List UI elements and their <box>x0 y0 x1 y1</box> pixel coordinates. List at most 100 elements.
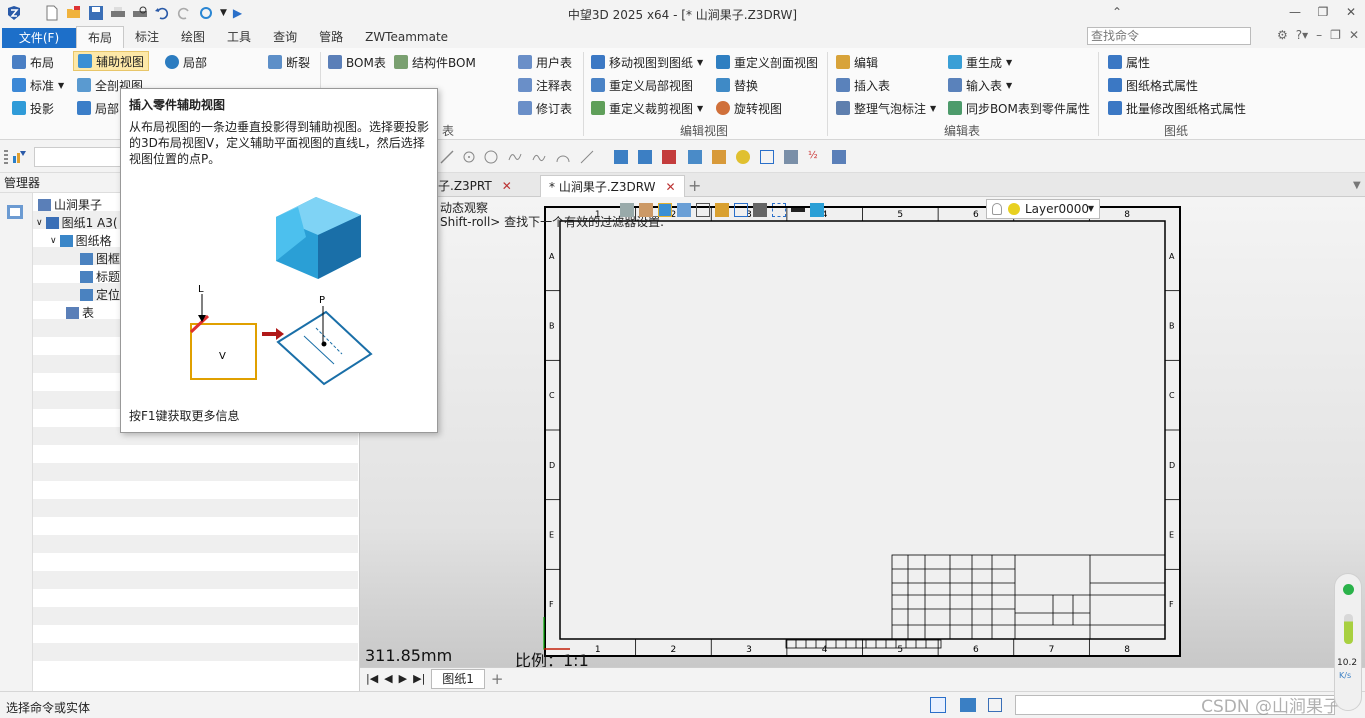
auxiliary-view-button[interactable]: 辅助视图 <box>73 51 150 71</box>
next-sheet-icon[interactable]: ▶ <box>399 672 407 685</box>
app-logo-icon[interactable] <box>6 5 22 21</box>
break-view-button[interactable]: 断裂 <box>268 52 310 72</box>
rotate-view-button[interactable]: 旋转视图 <box>716 98 782 118</box>
quick-access-dropdown-icon[interactable]: ▼ <box>220 8 227 18</box>
print-icon[interactable] <box>110 5 126 21</box>
close-tab-icon[interactable]: ✕ <box>502 175 512 197</box>
drawing-manager-icon[interactable] <box>5 201 27 223</box>
prev-sheet-icon[interactable]: ◀ <box>384 672 392 685</box>
view-tool-6-icon[interactable] <box>784 150 798 164</box>
help-icon[interactable]: ?▾ <box>1296 28 1308 42</box>
tree-item-root[interactable]: 山涧果子 <box>38 196 102 213</box>
collapse-icon[interactable]: ∨ <box>50 236 57 246</box>
replace-button[interactable]: 替换 <box>716 75 758 95</box>
tab-drawing-document[interactable]: * 山涧果子.Z3DRW ✕ <box>540 175 685 197</box>
light-bulb-icon[interactable] <box>736 150 750 164</box>
edit-button[interactable]: 编辑 <box>836 52 878 72</box>
annotation-table-button[interactable]: 注释表 <box>518 75 572 95</box>
properties-button[interactable]: 属性 <box>1108 52 1150 72</box>
view-tool-3-icon[interactable] <box>662 150 676 164</box>
layer-manager-icon[interactable] <box>753 203 767 217</box>
restore-button[interactable]: ❐ <box>1309 0 1337 24</box>
curve-tool-icon[interactable] <box>532 150 546 164</box>
filter-icon[interactable] <box>12 150 26 164</box>
hidden-lines-icon[interactable] <box>772 203 786 217</box>
doc-restore-icon[interactable]: ❐ <box>1330 28 1341 42</box>
doc-minimize-icon[interactable]: – <box>1316 28 1322 42</box>
import-table-button[interactable]: 输入表 ▼ <box>948 75 1012 95</box>
tab-draw[interactable]: 绘图 <box>170 26 216 48</box>
move-view-to-sheet-button[interactable]: 移动视图到图纸 ▼ <box>591 52 703 72</box>
spline-tool-icon[interactable] <box>508 150 522 164</box>
tree-item-table[interactable]: 表 <box>66 304 94 321</box>
first-sheet-icon[interactable]: |◀ <box>366 672 378 685</box>
settings-gear-icon[interactable]: ⚙ <box>1277 28 1288 42</box>
redo-icon[interactable] <box>176 5 192 21</box>
regenerate-button[interactable]: 重生成 ▼ <box>948 52 1012 72</box>
tree-item-sheet-format[interactable]: ∨ 图纸格 <box>50 232 112 249</box>
render-mode-icon[interactable] <box>658 203 672 217</box>
sheet-format-properties-button[interactable]: 图纸格式属性 <box>1108 75 1198 95</box>
tab-part-document[interactable]: 子.Z3PRT ✕ <box>430 175 520 197</box>
view-tool-5-icon[interactable] <box>712 150 726 164</box>
status-list-icon[interactable] <box>988 698 1002 712</box>
file-menu-button[interactable]: 文件(F) <box>2 28 76 48</box>
open-folder-icon[interactable] <box>66 5 82 21</box>
table-tool-icon[interactable] <box>832 150 846 164</box>
tab-zwteammate[interactable]: ZWTeammate <box>354 26 459 48</box>
sync-bom-button[interactable]: 同步BOM表到零件属性 <box>948 98 1090 118</box>
view-tool-4-icon[interactable] <box>688 150 702 164</box>
view-tool-1-icon[interactable] <box>614 150 628 164</box>
line-style-icon[interactable] <box>791 208 805 212</box>
detail-view-button[interactable]: 局部 <box>165 52 207 72</box>
view-tool-2-icon[interactable] <box>638 150 652 164</box>
tab-layout[interactable]: 布局 <box>76 26 125 48</box>
undo-icon[interactable] <box>154 5 170 21</box>
filter-combobox[interactable] <box>34 147 124 167</box>
layer-selector[interactable]: Layer0000 ▼ <box>986 199 1100 219</box>
tab-annotation[interactable]: 标注 <box>124 26 170 48</box>
new-tab-button[interactable]: + <box>680 175 709 197</box>
arc-tool-icon[interactable] <box>556 150 570 164</box>
doc-close-icon[interactable]: ✕ <box>1349 28 1359 42</box>
save-icon[interactable] <box>88 5 104 21</box>
line-tool-icon[interactable] <box>440 150 454 164</box>
view-style-icon[interactable] <box>677 203 691 217</box>
close-tab-icon[interactable]: ✕ <box>665 176 675 198</box>
status-mode-icon[interactable] <box>930 697 946 713</box>
ribbon-collapse-icon[interactable]: ⌃ <box>1103 0 1131 24</box>
user-table-button[interactable]: 用户表 <box>518 52 572 72</box>
redefine-detail-view-button[interactable]: 重定义局部视图 <box>591 75 693 95</box>
tab-tools[interactable]: 工具 <box>216 26 262 48</box>
circle-center-icon[interactable] <box>462 150 476 164</box>
grid-icon[interactable] <box>696 203 710 217</box>
redefine-crop-view-button[interactable]: 重定义裁剪视图 ▼ <box>591 98 703 118</box>
tree-item-titleblock[interactable]: 标题 <box>80 268 120 285</box>
circle-tool-icon[interactable] <box>484 150 498 164</box>
redefine-section-view-button[interactable]: 重定义剖面视图 <box>716 52 818 72</box>
ray-tool-icon[interactable] <box>580 150 594 164</box>
collapse-icon[interactable]: ∨ <box>36 218 43 228</box>
structure-bom-button[interactable]: 结构件BOM <box>394 52 476 72</box>
layer-3d-icon[interactable] <box>810 203 824 217</box>
select-filter-icon[interactable] <box>620 203 634 217</box>
standard-view-button[interactable]: 标准 ▼ <box>12 75 64 95</box>
arrange-balloons-button[interactable]: 整理气泡标注 ▼ <box>836 98 936 118</box>
regenerate-icon[interactable] <box>198 5 214 21</box>
add-sheet-icon[interactable]: + <box>491 670 504 688</box>
tree-item-frame[interactable]: 图框 <box>80 250 120 267</box>
batch-modify-format-button[interactable]: 批量修改图纸格式属性 <box>1108 98 1246 118</box>
print-preview-icon[interactable] <box>132 5 148 21</box>
status-screen-icon[interactable] <box>960 698 976 712</box>
tree-item-locate[interactable]: 定位 <box>80 286 120 303</box>
projection-button[interactable]: 投影 <box>12 98 54 118</box>
dimension-icon[interactable] <box>734 203 748 217</box>
new-file-icon[interactable] <box>44 5 60 21</box>
partial-view-button[interactable]: 局部 <box>77 98 119 118</box>
tab-piping[interactable]: 管路 <box>308 26 354 48</box>
bom-table-button[interactable]: BOM表 <box>328 52 386 72</box>
insert-table-button[interactable]: 插入表 <box>836 75 890 95</box>
tab-query[interactable]: 查询 <box>262 26 308 48</box>
fraction-tool-icon[interactable]: ½ <box>808 150 822 164</box>
revision-table-button[interactable]: 修订表 <box>518 98 572 118</box>
